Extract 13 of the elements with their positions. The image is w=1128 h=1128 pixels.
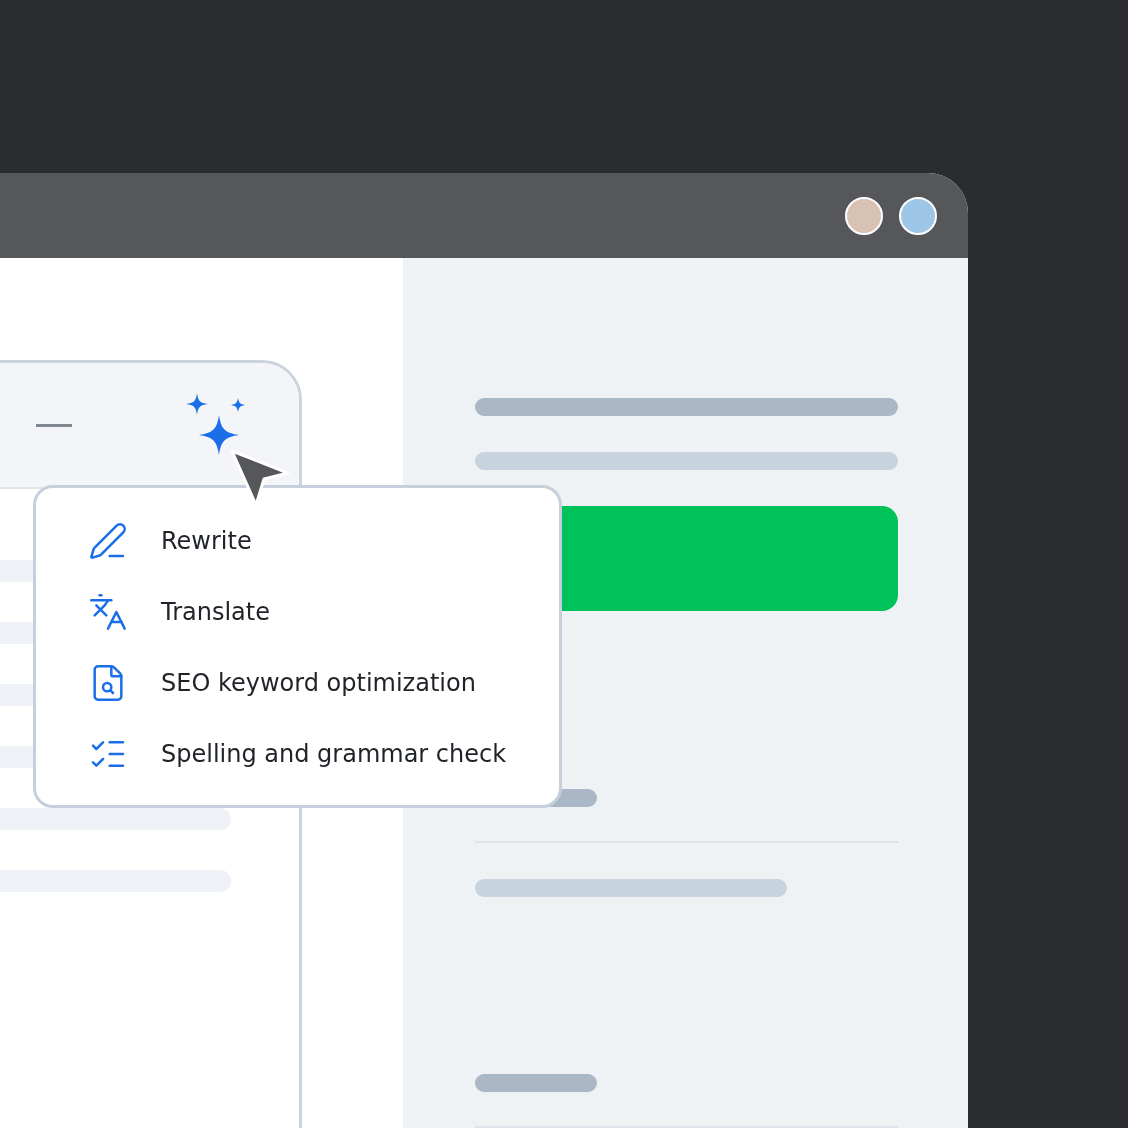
menu-item[interactable]: Translate xyxy=(36,576,559,647)
menu-item-label: Translate xyxy=(161,597,270,626)
menu-item[interactable]: SEO keyword optimization xyxy=(36,647,559,718)
avatar xyxy=(899,196,937,235)
menu-item-label: SEO keyword optimization xyxy=(161,668,476,697)
minimize-icon[interactable] xyxy=(36,423,72,427)
menu-item-label: Spelling and grammar check xyxy=(161,739,507,768)
menu-item-label: Rewrite xyxy=(161,526,252,555)
avatar xyxy=(845,196,883,235)
menu-item[interactable]: Spelling and grammar check xyxy=(36,718,559,789)
translate-icon xyxy=(88,591,128,632)
menu-item[interactable]: Rewrite xyxy=(36,505,559,576)
pencil-icon xyxy=(88,520,128,561)
